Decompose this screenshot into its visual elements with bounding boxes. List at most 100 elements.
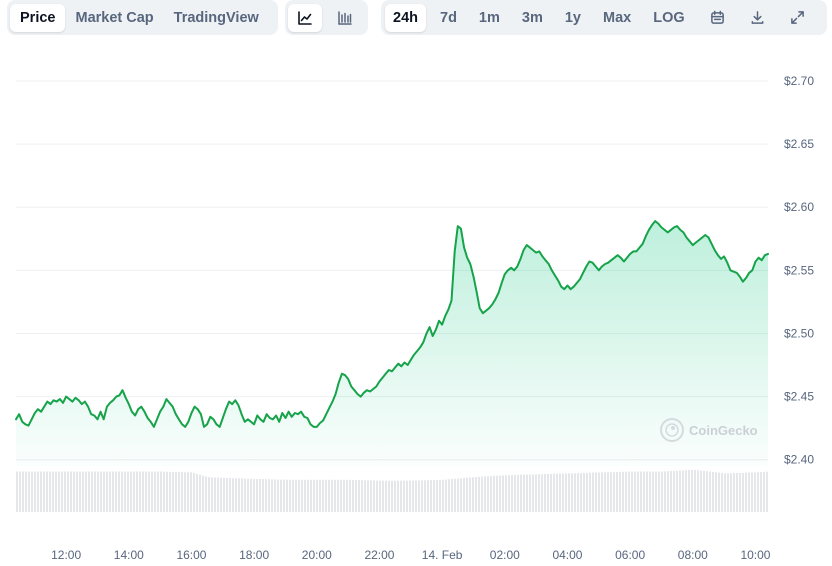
volume-bar [286,479,288,512]
volume-bar [343,479,345,512]
volume-bar [202,475,204,512]
volume-bar [727,473,729,512]
volume-bar [646,471,648,512]
volume-bar [430,480,432,512]
x-tick-label: 04:00 [552,548,582,562]
volume-bar [532,474,534,512]
volume-bar [760,472,762,512]
y-tick-label: $2.65 [784,137,814,151]
volume-bar [562,473,564,512]
volume-bar [142,471,144,512]
volume-bar [181,472,183,512]
volume-bar [733,473,735,512]
volume-bar [568,473,570,512]
volume-bar [442,479,444,512]
volume-bar [466,477,468,512]
volume-bar [724,473,726,512]
volume-bar [31,471,33,512]
volume-bar [403,480,405,512]
x-axis: 12:00 14:00 16:00 18:00 20:00 22:00 14. Feb 02:… [51,548,771,562]
volume-bar [205,476,207,512]
volume-bar [745,472,747,512]
volume-bar [388,480,390,512]
volume-bar [379,480,381,512]
volume-bar [679,470,681,512]
volume-bar [37,471,39,512]
volume-bar [502,475,504,512]
volume-bar [577,473,579,512]
volume-bar [70,471,72,512]
volume-bar [289,479,291,512]
volume-bar [433,480,435,512]
volume-bar [163,471,165,512]
x-tick-label: 10:00 [740,548,770,562]
volume-bar [586,472,588,512]
volume-bar [694,469,696,512]
volume-bar [517,474,519,512]
x-tick-label: 14. Feb [422,548,463,562]
volume-bar [610,472,612,512]
volume-bar [511,475,513,512]
volume-bar [208,477,210,512]
volume-bar [427,480,429,512]
volume-bar [268,479,270,512]
volume-bar [43,471,45,512]
volume-bar [757,472,759,512]
volume-bar [481,476,483,512]
volume-bar [673,470,675,512]
volume-bar [439,479,441,512]
volume-bar [187,472,189,512]
volume-bar [397,480,399,512]
volume-bar [316,479,318,512]
volume-bar [469,477,471,512]
volume-bar [619,471,621,512]
volume-bar [643,471,645,512]
y-tick-label: $2.70 [784,74,814,88]
volume-bar [232,478,234,512]
volume-bar [460,478,462,512]
volume-bar [436,479,438,512]
volume-bar [355,480,357,512]
volume-bar [688,469,690,512]
x-tick-label: 12:00 [51,548,81,562]
volume-bar [409,480,411,512]
volume-bar [556,473,558,512]
volume-bar [352,479,354,512]
volume-bar [211,477,213,512]
volume-bar [742,472,744,512]
volume-bar [421,480,423,512]
volume-bar [649,471,651,512]
volume-bar [382,480,384,512]
volume-bar [484,476,486,512]
volume-bar [361,480,363,512]
volume-bar [367,480,369,512]
volume-bar [691,469,693,512]
volume-bar [637,471,639,512]
price-chart[interactable]: $2.70 $2.65 $2.60 $2.55 $2.50 $2.45 $2.40 12:0… [0,0,832,566]
x-tick-label: 22:00 [364,548,394,562]
volume-bar [322,479,324,512]
volume-bar [280,479,282,512]
volume-bar [514,474,516,512]
volume-bar [319,479,321,512]
volume-bar [664,471,666,512]
volume-bar [580,472,582,512]
volume-bar [553,473,555,512]
x-tick-label: 18:00 [239,548,269,562]
volume-bar [253,478,255,512]
volume-bar [271,479,273,512]
volume-bar [550,473,552,512]
volume-bar [487,476,489,512]
volume-bar [58,471,60,512]
volume-bar [313,479,315,512]
volume-bar [46,471,48,512]
volume-bar [655,471,657,512]
price-area-fill [16,221,768,466]
volume-bar [154,471,156,512]
volume-bar [628,471,630,512]
volume-bar [73,471,75,512]
volume-bar [256,478,258,512]
volume-bar [631,471,633,512]
volume-bar [454,478,456,512]
volume-bar [304,479,306,512]
